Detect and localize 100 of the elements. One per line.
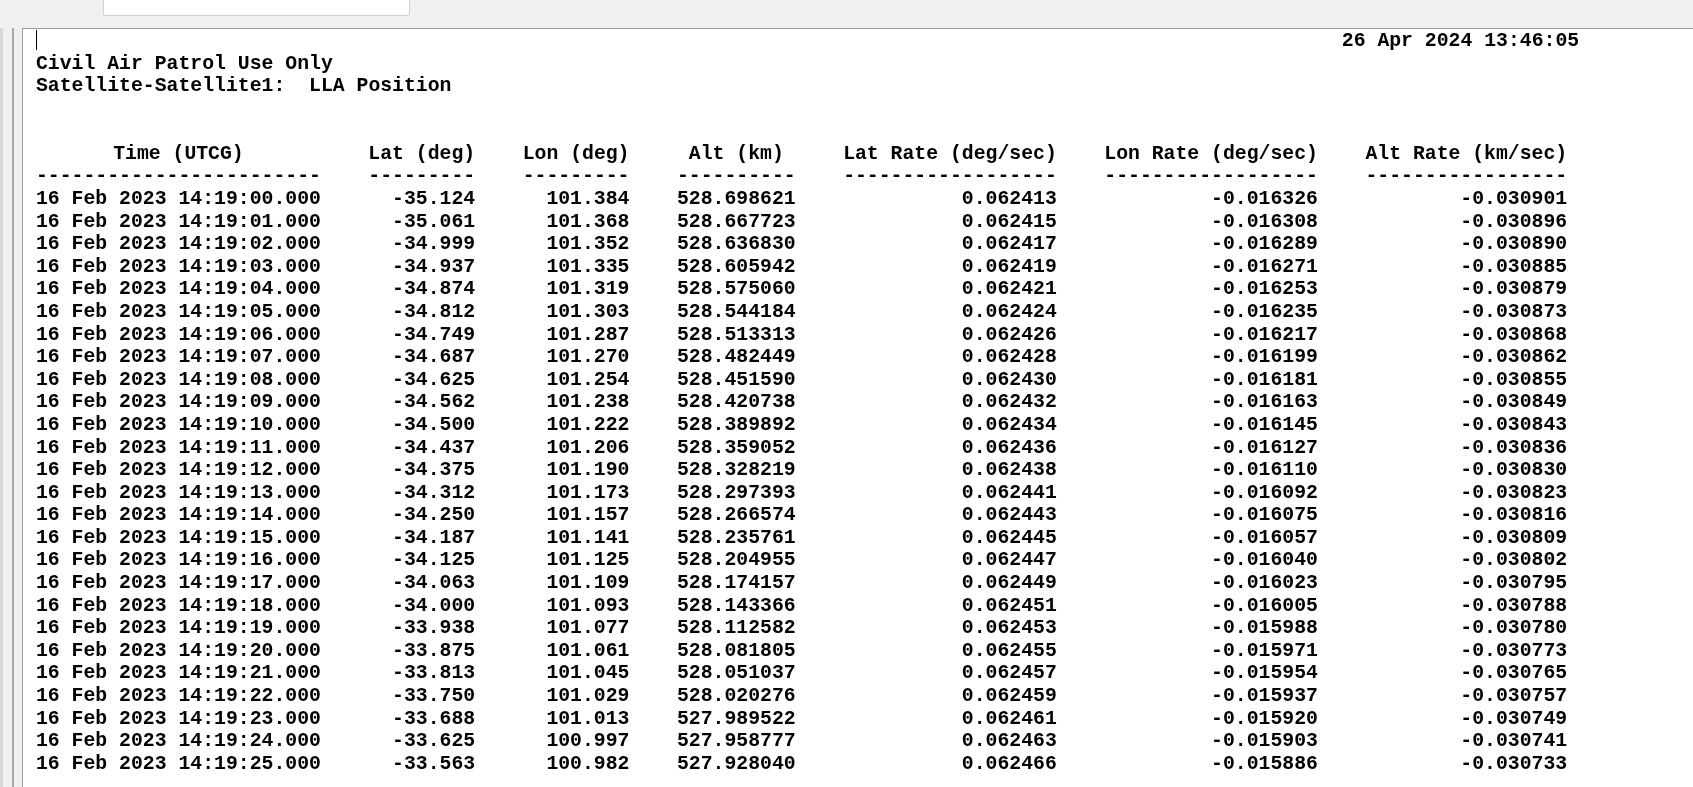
table-cell-text: -0.015937 (1210, 685, 1318, 708)
table-cell-text: -34.312 (391, 481, 476, 505)
table-cell: 16 Feb 2023 14:19:20.000 (36, 639, 321, 663)
table-cell: 528.297393 (676, 481, 796, 505)
table-cell-text: -34.125 (391, 549, 476, 573)
table-cell: 528.698621 (676, 187, 796, 211)
report-title: Satellite-Satellite1: LLA Position (36, 75, 452, 98)
table-cell-text: -0.016199 (1210, 346, 1318, 369)
table-cell-text: -0.015971 (1210, 639, 1318, 663)
table-cell: 16 Feb 2023 14:19:19.000 (36, 617, 321, 640)
table-cell-text: 0.062417 (960, 233, 1057, 256)
table-cell: 528.112582 (676, 617, 796, 640)
table-cell: 528.266574 (676, 504, 796, 527)
table-cell: 528.174157 (676, 572, 796, 595)
table-cell: 528.636830 (676, 233, 796, 256)
table-cell-text: -34.250 (391, 504, 476, 527)
table-cell-text: 101.173 (545, 481, 630, 505)
table-cell-text: -34.749 (391, 323, 476, 347)
table-cell-text: -0.030896 (1459, 210, 1568, 234)
table-cell-text: 101.141 (545, 526, 630, 550)
table-cell-text: 101.190 (545, 459, 630, 482)
table-cell: 528.389892 (676, 413, 796, 437)
table-cell: 16 Feb 2023 14:19:15.000 (36, 526, 321, 550)
table-cell-text: 0.062445 (960, 526, 1057, 550)
table-cell-text: 0.062413 (960, 187, 1057, 211)
table-cell-text: 101.013 (545, 707, 630, 731)
table-cell-text: -33.750 (391, 685, 476, 708)
table-cell-text: -34.625 (391, 368, 476, 392)
table-cell-text: 0.062424 (960, 300, 1057, 324)
table-cell: 16 Feb 2023 14:19:03.000 (36, 255, 321, 279)
table-cell-text: 0.062459 (960, 685, 1057, 708)
table-cell-text: -0.016253 (1210, 278, 1318, 301)
table-cell-text: -34.937 (391, 255, 476, 279)
column-header: Lon Rate (deg/sec) (1104, 142, 1318, 166)
column-header: Lon (deg) (522, 142, 630, 166)
table-cell-text: -34.375 (391, 459, 476, 482)
table-cell-text: 0.062463 (960, 730, 1057, 753)
table-cell-text: -0.015920 (1210, 707, 1318, 731)
table-cell-text: -33.688 (391, 707, 476, 731)
dashed-rule: ------------------ (843, 165, 1057, 188)
table-cell-text: -0.016289 (1210, 233, 1318, 256)
table-cell-text: -0.030765 (1459, 662, 1568, 686)
table-cell-text: 101.319 (545, 278, 630, 301)
table-cell: 528.544184 (676, 300, 796, 324)
table-cell-text: -34.437 (391, 436, 476, 460)
table-cell-text: -0.016217 (1210, 323, 1318, 347)
table-cell-text: 101.077 (545, 617, 630, 640)
table-cell: 16 Feb 2023 14:19:09.000 (36, 391, 321, 414)
table-cell: 528.051037 (676, 662, 796, 686)
table-cell-text: 0.062447 (960, 549, 1057, 573)
table-cell: 528.420738 (676, 391, 796, 414)
table-cell-text: -0.030809 (1459, 526, 1568, 550)
table-cell-text: -0.016057 (1210, 526, 1318, 550)
table-cell-text: 0.062451 (960, 594, 1057, 618)
table-cell-text: -0.030816 (1459, 504, 1568, 527)
table-cell-text: -35.124 (391, 187, 476, 211)
table-cell-text: -0.016271 (1210, 255, 1318, 279)
table-cell: 16 Feb 2023 14:19:11.000 (36, 436, 321, 460)
table-cell: 16 Feb 2023 14:19:05.000 (36, 300, 321, 324)
table-cell-text: -0.030836 (1459, 436, 1568, 460)
table-cell-text: 101.270 (545, 346, 630, 369)
table-cell-text: -34.063 (391, 572, 476, 595)
table-cell: 527.958777 (676, 730, 796, 753)
table-cell: 16 Feb 2023 14:19:17.000 (36, 572, 321, 595)
table-cell-text: -0.030849 (1459, 391, 1568, 414)
table-cell-text: -0.016005 (1210, 594, 1318, 618)
table-cell-text: -34.500 (391, 413, 476, 437)
table-cell-text: -0.030773 (1459, 639, 1568, 663)
dashed-rule: --------- (368, 165, 476, 188)
table-cell: 528.482449 (676, 346, 796, 369)
table-cell-text: -34.187 (391, 526, 476, 550)
table-cell-text: 101.157 (545, 504, 630, 527)
table-cell: 16 Feb 2023 14:19:06.000 (36, 323, 321, 347)
table-cell: 528.143366 (676, 594, 796, 618)
table-cell-text: 0.062449 (960, 572, 1057, 595)
table-cell-text: -0.030885 (1459, 255, 1568, 279)
table-cell-text: 0.062438 (960, 459, 1057, 482)
table-cell: 528.667723 (676, 210, 796, 234)
table-cell-text: 0.062436 (960, 436, 1057, 460)
table-cell-text: -0.016075 (1210, 504, 1318, 527)
report-title: Civil Air Patrol Use Only (36, 52, 333, 75)
report-timestamp: 26 Apr 2024 13:46:05 (1341, 30, 1580, 53)
dashed-rule: --------- (522, 165, 630, 188)
table-cell-text: -0.030873 (1459, 300, 1568, 324)
column-header: Lat Rate (deg/sec) (843, 142, 1057, 166)
table-cell-text: 101.222 (545, 413, 630, 437)
table-cell: 16 Feb 2023 14:19:08.000 (36, 368, 321, 392)
table-cell-text: -33.938 (391, 617, 476, 640)
table-cell-text: -0.016040 (1210, 549, 1318, 573)
table-cell-text: 101.287 (545, 323, 630, 347)
input-field[interactable] (103, 0, 410, 16)
table-cell: 16 Feb 2023 14:19:01.000 (36, 210, 321, 234)
column-header: Alt (km) (687, 142, 785, 166)
table-cell-text: 100.982 (545, 752, 630, 776)
table-cell-text: -0.030823 (1459, 481, 1568, 505)
column-header: Lat (deg) (368, 142, 476, 166)
table-cell-text: 0.062461 (960, 707, 1057, 731)
table-cell-text: -0.030741 (1459, 730, 1568, 753)
table-cell-text: -0.016163 (1210, 391, 1318, 414)
table-cell-text: -0.030757 (1459, 685, 1568, 708)
